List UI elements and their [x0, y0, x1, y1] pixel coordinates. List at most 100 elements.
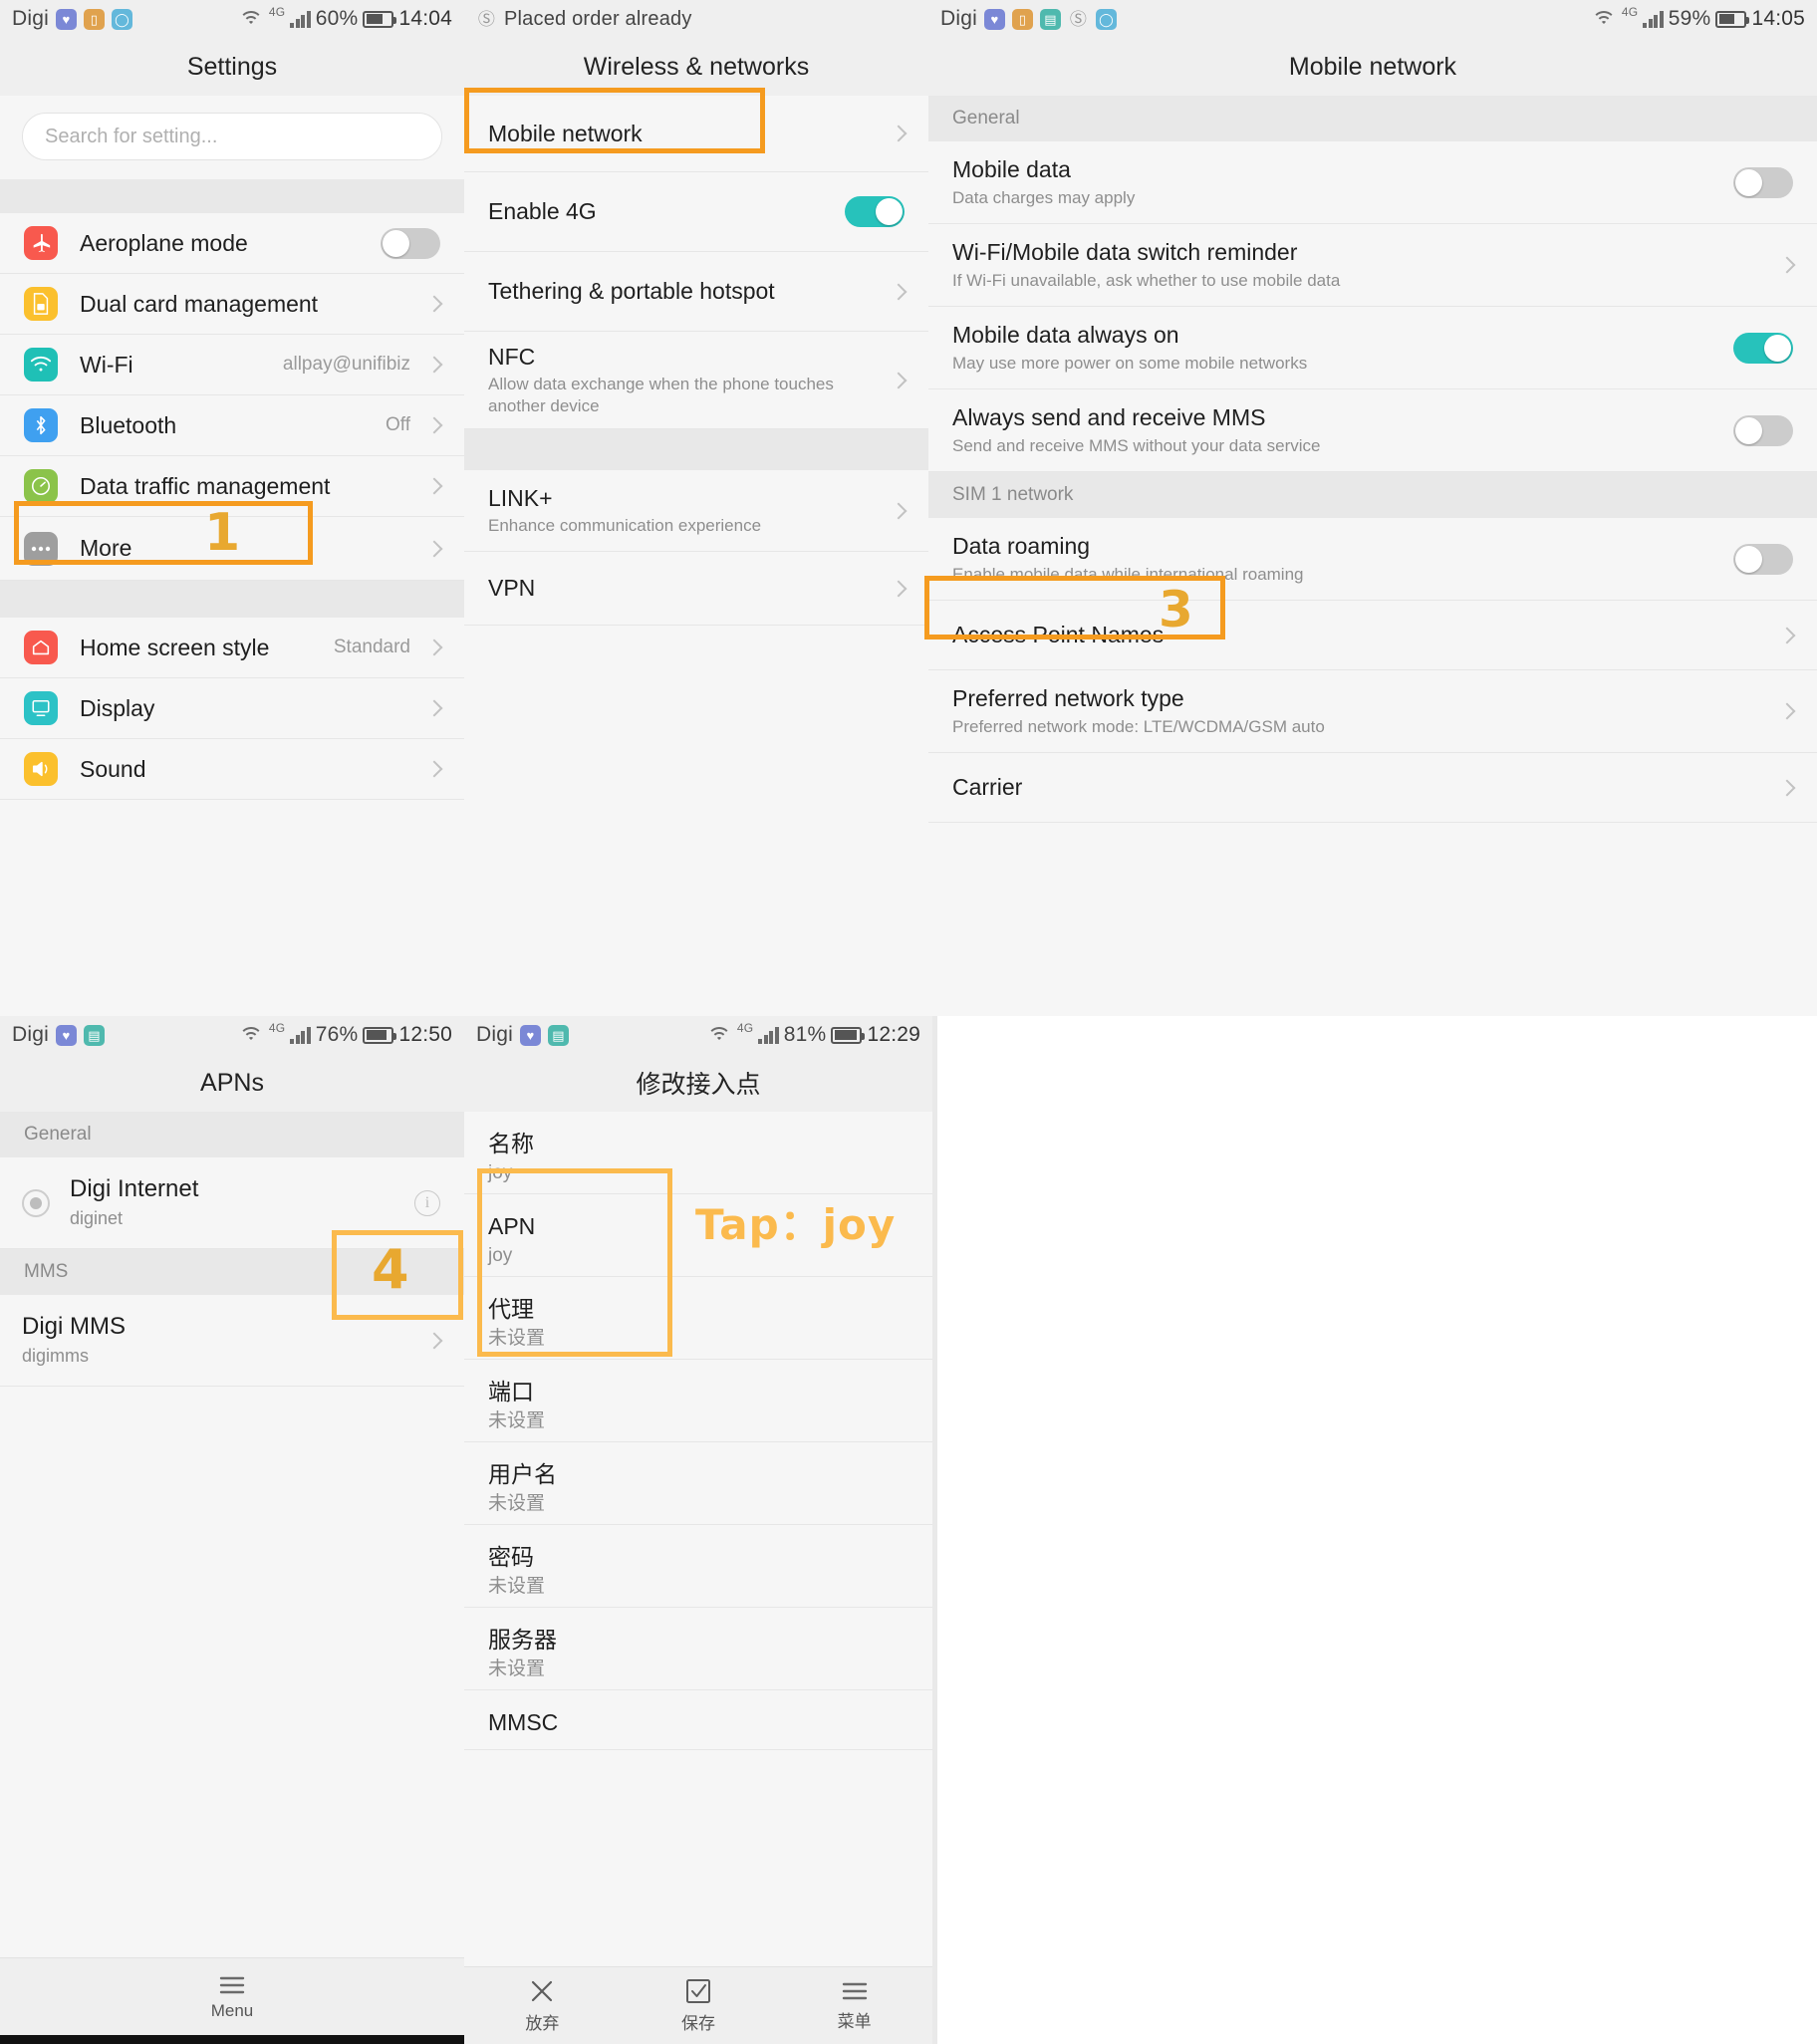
chevron-right-icon [890, 125, 908, 142]
status-bar-edit-apn: Digi ♥ ▤ 4G 81% 12:29 [464, 1016, 932, 1054]
gallery-app-icon: ▤ [83, 1024, 105, 1046]
sidebar-item-label: Data traffic management [80, 472, 331, 499]
row-text: MMSC [488, 1708, 908, 1737]
field-value: 未设置 [488, 1575, 546, 1597]
list-item-label: Tethering & portable hotspot [488, 278, 775, 305]
chevron-right-icon [1778, 627, 1796, 643]
health-app-icon: ♥ [983, 8, 1005, 30]
field-row-port[interactable]: 端口 未设置 [464, 1360, 932, 1442]
navigation-bar [0, 2035, 464, 2044]
list-item-wifi-mobile-data-switch-reminder[interactable]: Wi-Fi/Mobile data switch reminder If Wi-… [928, 224, 1817, 307]
list-item-label: Always send and receive MMS [952, 404, 1266, 431]
row-text: 用户名 未设置 [488, 1460, 908, 1516]
chat-app-icon: ◯ [111, 8, 132, 30]
health-app-icon: ♥ [55, 8, 77, 30]
cellular-signal-icon [1641, 10, 1664, 28]
sidebar-item-sound[interactable]: Sound [0, 739, 464, 800]
apn-name-label: Digi Internet [70, 1175, 199, 1203]
apn-list-item-general[interactable]: Digi Internet diginet i [0, 1157, 464, 1249]
list-item-tethering[interactable]: Tethering & portable hotspot [464, 252, 928, 332]
row-text: Mobile network [488, 120, 889, 148]
field-row-username[interactable]: 用户名 未设置 [464, 1442, 932, 1525]
apns-panel: Digi ♥ ▤ 4G 76% 12:50 APNs General Digi … [0, 1016, 464, 2044]
page-title-edit-apn: 修改接入点 [464, 1054, 932, 1112]
data-roaming-toggle[interactable] [1733, 543, 1793, 575]
battery-icon [363, 10, 397, 28]
wifi-signal-icon [707, 1026, 732, 1045]
chevron-right-icon [425, 699, 443, 717]
list-item-vpn[interactable]: VPN [464, 552, 928, 626]
battery-percent-label: 60% [315, 7, 359, 30]
field-row-proxy[interactable]: 代理 未设置 [464, 1277, 932, 1360]
discard-button[interactable]: 放弃 [464, 1977, 621, 2034]
settings-row-text: Home screen style [80, 634, 334, 662]
always-send-receive-mms-toggle[interactable] [1733, 414, 1793, 446]
list-item-label: Enable 4G [488, 198, 597, 225]
search-container: Search for setting... [0, 96, 464, 179]
list-item-mobile-data[interactable]: Mobile data Data charges may apply [928, 141, 1817, 224]
list-item-data-roaming[interactable]: Data roaming Enable mobile data while in… [928, 518, 1817, 601]
list-item-enable-4g[interactable]: Enable 4G [464, 172, 928, 252]
save-button-label: 保存 [681, 2014, 715, 2033]
status-bar-wireless: Ⓢ Placed order already [464, 0, 928, 38]
field-row-name[interactable]: 名称 joy [464, 1112, 932, 1194]
save-button[interactable]: 保存 [621, 1977, 777, 2034]
sidebar-item-aeroplane-mode[interactable]: Aeroplane mode [0, 213, 464, 274]
list-item-always-send-receive-mms[interactable]: Always send and receive MMS Send and rec… [928, 389, 1817, 472]
row-text: Mobile data always on May use more power… [952, 321, 1733, 375]
edit-apn-panel: Digi ♥ ▤ 4G 81% 12:29 修改接入点 名称 joy APN j… [464, 1016, 932, 2044]
battery-percent-label: 76% [315, 1023, 359, 1046]
gallery-app-icon: ▤ [547, 1024, 569, 1046]
cellular-signal-icon [288, 10, 311, 28]
aeroplane-icon [24, 226, 58, 260]
chevron-right-icon [890, 580, 908, 597]
menu-button[interactable]: 菜单 [776, 1979, 932, 2032]
field-row-password[interactable]: 密码 未设置 [464, 1525, 932, 1608]
field-label: 密码 [488, 1544, 534, 1570]
list-item-mobile-network[interactable]: Mobile network [464, 96, 928, 172]
field-row-server[interactable]: 服务器 未设置 [464, 1608, 932, 1690]
apn-list-item-mms[interactable]: Digi MMS digimms [0, 1295, 464, 1387]
settings-row-text: Display [80, 694, 424, 723]
chevron-right-icon [425, 760, 443, 778]
status-bar-apns: Digi ♥ ▤ 4G 76% 12:50 [0, 1016, 464, 1054]
list-item-label: Data roaming [952, 533, 1091, 560]
apn-radio-button[interactable] [22, 1188, 50, 1217]
list-item-nfc[interactable]: NFC Allow data exchange when the phone t… [464, 332, 928, 429]
health-app-icon: ♥ [55, 1024, 77, 1046]
list-item-mobile-data-always-on[interactable]: Mobile data always on May use more power… [928, 307, 1817, 389]
list-item-sublabel: Enhance communication experience [488, 516, 762, 536]
row-text: Tethering & portable hotspot [488, 277, 889, 306]
list-gap [0, 179, 464, 213]
field-row-mmsc[interactable]: MMSC [464, 1690, 932, 1750]
bluetooth-icon [24, 408, 58, 442]
wifi-network-value: allpay@unifibiz [282, 354, 410, 375]
sidebar-item-wifi[interactable]: Wi-Fi allpay@unifibiz [0, 335, 464, 395]
sidebar-item-bluetooth[interactable]: Bluetooth Off [0, 395, 464, 456]
row-text: Digi MMS digimms [22, 1312, 424, 1368]
sidebar-item-home-screen-style[interactable]: Home screen style Standard [0, 618, 464, 678]
gallery-app-icon: ▤ [1039, 8, 1061, 30]
sidebar-item-display[interactable]: Display [0, 678, 464, 739]
list-item-preferred-network-type[interactable]: Preferred network type Preferred network… [928, 670, 1817, 753]
list-item-sublabel: Enable mobile data while international r… [952, 564, 1304, 584]
settings-list-secondary: Home screen style Standard Display Sound [0, 618, 464, 800]
enable-4g-toggle[interactable] [845, 196, 905, 227]
page-title-mobile-network: Mobile network [928, 38, 1817, 96]
list-item-carrier[interactable]: Carrier [928, 753, 1817, 823]
list-item-label: Preferred network type [952, 685, 1184, 712]
settings-row-text: Sound [80, 755, 424, 784]
notification-text: Placed order already [504, 7, 692, 30]
mobile-data-toggle[interactable] [1733, 166, 1793, 198]
list-item-access-point-names[interactable]: Access Point Names [928, 601, 1817, 670]
aeroplane-mode-toggle[interactable] [381, 227, 440, 259]
list-item-linkplus[interactable]: LINK+ Enhance communication experience [464, 470, 928, 552]
mobile-data-always-on-toggle[interactable] [1733, 332, 1793, 364]
info-icon[interactable]: i [414, 1189, 440, 1216]
row-text: Carrier [952, 773, 1777, 802]
sidebar-item-dual-card-management[interactable]: Dual card management [0, 274, 464, 335]
menu-button-label: Menu [210, 2000, 254, 2020]
search-input[interactable]: Search for setting... [22, 113, 442, 160]
chevron-right-icon [425, 477, 443, 495]
menu-button[interactable]: Menu [0, 1973, 464, 2021]
